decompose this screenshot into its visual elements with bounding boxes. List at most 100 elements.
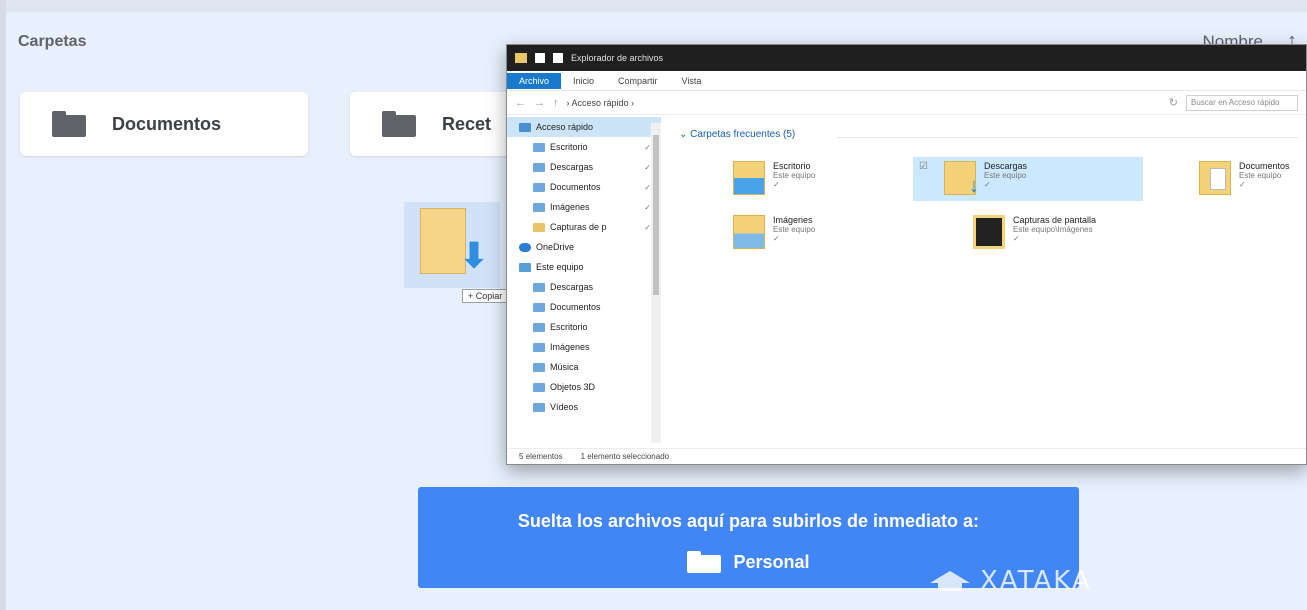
- nav-item-escritorio-pc[interactable]: Escritorio: [507, 317, 661, 337]
- nav-item-objetos-3d[interactable]: Objetos 3D: [507, 377, 661, 397]
- item-count: 5 elementos: [519, 452, 563, 461]
- nav-item-escritorio[interactable]: Escritorio ✓: [507, 137, 661, 157]
- tab-vista[interactable]: Vista: [670, 73, 714, 89]
- nav-label: Escritorio: [550, 322, 588, 332]
- downloads-folder-icon: [943, 161, 979, 198]
- address-bar: ← → ↑ › Acceso rápido › ↻ Buscar en Acce…: [507, 91, 1306, 115]
- desktop-folder-icon: [733, 161, 765, 195]
- star-icon: [519, 122, 531, 132]
- back-arrow-icon[interactable]: ←: [515, 97, 526, 109]
- images-folder-icon: [733, 215, 765, 249]
- tab-compartir[interactable]: Compartir: [606, 73, 670, 89]
- folder-card-documentos[interactable]: Documentos: [20, 92, 308, 156]
- folder-icon: [533, 222, 545, 232]
- folder-card-recetas[interactable]: Recet: [350, 92, 520, 156]
- folder-icon: [687, 551, 722, 573]
- image-icon: [533, 202, 545, 212]
- tab-archivo[interactable]: Archivo: [507, 72, 562, 89]
- nav-item-musica[interactable]: Música: [507, 357, 661, 377]
- nav-label: Descargas: [550, 282, 594, 292]
- nav-item-documentos[interactable]: Documentos ✓: [507, 177, 661, 197]
- tile-name: Escritorio: [773, 161, 811, 171]
- document-icon: [533, 302, 545, 312]
- properties-icon[interactable]: [535, 53, 545, 63]
- desktop-icon: [533, 322, 545, 332]
- nav-label: Descargas: [550, 162, 594, 172]
- tile-name: Imágenes: [773, 215, 813, 225]
- download-arrow-icon: ⬇: [459, 237, 489, 275]
- nav-item-descargas[interactable]: Descargas ✓: [507, 157, 661, 177]
- nav-label: OneDrive: [536, 242, 575, 252]
- pc-icon: [519, 262, 531, 272]
- nav-item-videos[interactable]: Vídeos: [507, 397, 661, 417]
- tab-inicio[interactable]: Inicio: [561, 73, 606, 89]
- status-bar: 5 elementos 1 elemento seleccionado: [507, 448, 1306, 464]
- up-arrow-icon[interactable]: ↑: [553, 97, 559, 109]
- tile-location: Este equipo: [1239, 171, 1282, 180]
- cloud-icon: [519, 242, 531, 252]
- nav-label: Objetos 3D: [550, 382, 596, 392]
- nav-label: Este equipo: [536, 262, 584, 272]
- cube-icon: [533, 382, 545, 392]
- scrollbar-thumb[interactable]: [653, 135, 659, 295]
- documents-folder-icon: [1199, 161, 1231, 195]
- file-explorer-window[interactable]: Explorador de archivos Archivo Inicio Co…: [506, 44, 1307, 465]
- music-icon: [533, 362, 545, 372]
- path-breadcrumb[interactable]: › Acceso rápido ›: [567, 98, 1161, 108]
- explorer-titlebar[interactable]: Explorador de archivos: [507, 45, 1306, 71]
- nav-label: Acceso rápido: [536, 122, 594, 132]
- nav-label: Documentos: [550, 182, 601, 192]
- group-header[interactable]: ⌄ Carpetas frecuentes (5): [679, 129, 795, 140]
- nav-item-descargas-pc[interactable]: Descargas: [507, 277, 661, 297]
- top-toolbar-strip: [0, 0, 1307, 12]
- pin-icon: ✓: [644, 222, 651, 232]
- nav-scrollbar[interactable]: [651, 123, 661, 443]
- tile-documentos[interactable]: Documentos Este equipo ✓: [1193, 157, 1306, 201]
- new-folder-icon[interactable]: [553, 53, 563, 63]
- destination-name: Personal: [733, 551, 810, 572]
- search-input[interactable]: Buscar en Acceso rápido: [1186, 94, 1298, 111]
- tile-location: Este equipo: [773, 171, 816, 180]
- folder-icon: [515, 53, 527, 63]
- pin-icon: ✓: [983, 180, 991, 189]
- pin-icon: ✓: [773, 234, 780, 243]
- group-divider: [837, 137, 1298, 138]
- watermark-text: XATAKA: [980, 566, 1092, 596]
- download-icon: [533, 162, 545, 172]
- nav-label: Imágenes: [550, 202, 590, 212]
- tile-name: Descargas: [983, 161, 1027, 171]
- tile-descargas[interactable]: ☑ DescargasEste equipo✓: [913, 157, 1143, 201]
- nav-label: Música: [550, 362, 579, 372]
- download-icon: [533, 282, 545, 292]
- nav-label: Vídeos: [550, 402, 579, 412]
- nav-item-este-equipo[interactable]: Este equipo: [507, 257, 661, 277]
- section-title: Carpetas: [18, 33, 87, 50]
- forward-arrow-icon[interactable]: →: [534, 97, 545, 109]
- document-icon: [533, 182, 545, 192]
- nav-label: Imágenes: [550, 342, 590, 352]
- xataka-logo-icon: [930, 571, 970, 591]
- pin-icon: ✓: [1239, 180, 1246, 189]
- nav-item-acceso-rapido[interactable]: Acceso rápido: [507, 117, 661, 137]
- checkbox-icon[interactable]: ☑: [919, 161, 928, 172]
- nav-label: Escritorio: [550, 142, 588, 152]
- nav-item-onedrive[interactable]: OneDrive: [507, 237, 661, 257]
- desktop-icon: [533, 142, 545, 152]
- nav-label: Capturas de p: [550, 222, 607, 232]
- pin-icon: ✓: [644, 142, 651, 152]
- tile-imagenes[interactable]: Imágenes Este equipo ✓: [727, 211, 957, 255]
- selection-count: 1 elemento seleccionado: [580, 452, 670, 461]
- tile-name: Capturas de pantalla: [1013, 215, 1097, 225]
- folder-icon: [52, 111, 86, 137]
- folder-name: Documentos: [112, 113, 222, 134]
- refresh-icon[interactable]: ↻: [1169, 96, 1178, 109]
- tile-location: Este equipo: [983, 171, 1027, 180]
- window-title: Explorador de archivos: [571, 53, 664, 63]
- folder-name: Recet: [442, 113, 492, 134]
- nav-item-imagenes[interactable]: Imágenes ✓: [507, 197, 661, 217]
- tile-capturas[interactable]: Capturas de pantalla Este equipo\Imágenes…: [967, 211, 1197, 255]
- nav-item-imagenes-pc[interactable]: Imágenes: [507, 337, 661, 357]
- copy-tooltip: + Copiar: [462, 289, 509, 303]
- nav-item-documentos-pc[interactable]: Documentos: [507, 297, 661, 317]
- nav-item-capturas[interactable]: Capturas de p ✓: [507, 217, 661, 237]
